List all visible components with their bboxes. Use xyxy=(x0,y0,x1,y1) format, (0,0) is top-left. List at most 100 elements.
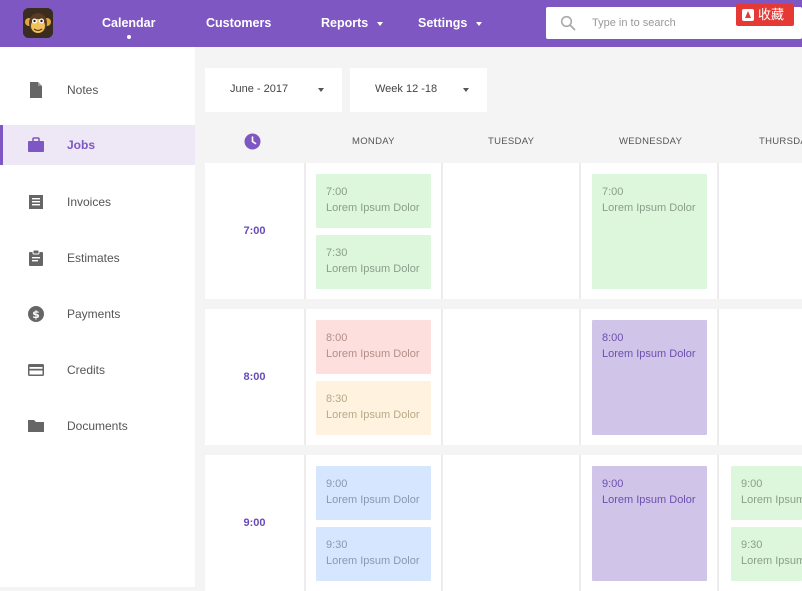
column-divider xyxy=(579,163,581,299)
sidebar-item-payments[interactable]: $ Payments xyxy=(0,294,195,334)
event-card[interactable]: 9:30 Lorem Ipsum xyxy=(731,527,802,581)
event-time: 9:00 xyxy=(602,478,624,490)
nav-settings-label: Settings xyxy=(418,16,468,30)
briefcase-icon xyxy=(28,137,44,152)
event-card[interactable]: 8:30 Lorem Ipsum Dolor xyxy=(316,381,431,435)
column-divider xyxy=(717,309,719,445)
event-card[interactable]: 9:00 Lorem Ipsum Dolor xyxy=(316,466,431,520)
nav-calendar-label: Calendar xyxy=(102,16,156,30)
time-label: 9:00 xyxy=(243,517,266,529)
event-card[interactable]: 9:30 Lorem Ipsum Dolor xyxy=(316,527,431,581)
event-title: Lorem Ipsum Dolor xyxy=(602,202,696,214)
month-value: June - 2017 xyxy=(230,83,289,95)
day-header-tuesday: TUESDAY xyxy=(488,136,535,147)
event-title: Lorem Ipsum Dolor xyxy=(326,494,420,506)
top-nav-bar: Calendar Customers Reports Settings 收藏 xyxy=(0,0,802,47)
sidebar: Notes Jobs Invoices Estimates $ Payments… xyxy=(0,47,195,587)
event-card[interactable]: 8:00 Lorem Ipsum Dolor xyxy=(316,320,431,374)
clock-icon xyxy=(244,133,261,150)
sidebar-item-label: Credits xyxy=(67,363,106,377)
svg-text:$: $ xyxy=(32,308,40,321)
nav-reports[interactable]: Reports xyxy=(321,0,384,47)
event-time: 8:30 xyxy=(326,393,348,405)
chevron-down-icon xyxy=(318,88,324,92)
event-card[interactable]: 7:00 Lorem Ipsum Dolor xyxy=(592,174,707,289)
time-label: 8:00 xyxy=(243,371,266,383)
sidebar-item-notes[interactable]: Notes xyxy=(0,70,195,110)
nav-customers[interactable]: Customers xyxy=(206,0,271,47)
event-card[interactable]: 7:00 Lorem Ipsum Dolor xyxy=(316,174,431,228)
search-input[interactable] xyxy=(592,15,722,31)
column-divider xyxy=(441,309,443,445)
column-divider xyxy=(441,163,443,299)
sidebar-item-invoices[interactable]: Invoices xyxy=(0,182,195,222)
chevron-down-icon xyxy=(377,21,384,26)
time-row-9: 9:00 xyxy=(205,455,802,591)
event-title: Lorem Ipsum Dolor xyxy=(326,348,420,360)
bookmark-badge[interactable]: 收藏 xyxy=(736,4,794,26)
sidebar-item-label: Invoices xyxy=(67,195,112,209)
event-time: 9:00 xyxy=(741,478,763,490)
event-title: Lorem Ipsum Dolor xyxy=(326,555,420,567)
sidebar-item-credits[interactable]: Credits xyxy=(0,350,195,390)
sidebar-item-jobs[interactable]: Jobs xyxy=(0,125,195,165)
week-dropdown[interactable]: Week 12 -18 xyxy=(350,68,487,112)
event-title: Lorem Ipsum Dolor xyxy=(326,202,420,214)
column-divider xyxy=(304,455,306,591)
column-divider xyxy=(717,455,719,591)
search-icon xyxy=(560,15,576,31)
column-divider xyxy=(304,309,306,445)
event-time: 8:00 xyxy=(326,332,348,344)
sidebar-item-estimates[interactable]: Estimates xyxy=(0,238,195,278)
dollar-circle-icon: $ xyxy=(28,306,44,322)
time-row-7: 7:00 xyxy=(205,163,802,299)
event-card[interactable]: 9:00 Lorem Ipsum Dolor xyxy=(592,466,707,581)
event-time: 9:00 xyxy=(326,478,348,490)
nav-customers-label: Customers xyxy=(206,16,272,30)
day-header-thursday: THURSDAY xyxy=(759,136,802,147)
badge-label: 收藏 xyxy=(758,7,785,22)
folder-icon xyxy=(28,420,44,432)
month-dropdown[interactable]: June - 2017 xyxy=(205,68,342,112)
nav-settings[interactable]: Settings xyxy=(418,0,483,47)
column-divider xyxy=(717,163,719,299)
day-header-wednesday: WEDNESDAY xyxy=(619,136,683,147)
column-divider xyxy=(579,455,581,591)
clipboard-icon xyxy=(29,249,43,266)
sidebar-item-label: Estimates xyxy=(67,251,120,265)
column-divider xyxy=(304,163,306,299)
sidebar-item-label: Payments xyxy=(67,307,121,321)
sidebar-item-label: Notes xyxy=(67,83,99,97)
sidebar-item-documents[interactable]: Documents xyxy=(0,406,195,446)
event-time: 9:30 xyxy=(741,539,763,551)
file-icon xyxy=(30,82,42,98)
credit-card-icon xyxy=(28,364,44,376)
event-time: 7:00 xyxy=(326,186,348,198)
event-title: Lorem Ipsum Dolor xyxy=(326,409,420,421)
day-header-monday: MONDAY xyxy=(352,136,395,147)
active-indicator-dot xyxy=(126,35,131,39)
event-title: Lorem Ipsum xyxy=(741,494,802,506)
chevron-down-icon xyxy=(463,88,469,92)
time-label: 7:00 xyxy=(243,225,266,237)
nav-calendar[interactable]: Calendar xyxy=(102,0,156,47)
week-value: Week 12 -18 xyxy=(375,83,438,95)
nav-reports-label: Reports xyxy=(321,16,369,30)
event-title: Lorem Ipsum xyxy=(741,555,802,567)
event-time: 9:30 xyxy=(326,539,348,551)
monkey-logo-icon[interactable] xyxy=(23,8,53,38)
bookmark-icon xyxy=(742,9,754,21)
event-card[interactable]: 7:30 Lorem Ipsum Dolor xyxy=(316,235,431,289)
sidebar-item-label: Documents xyxy=(67,419,128,433)
sidebar-item-label: Jobs xyxy=(67,138,96,152)
event-title: Lorem Ipsum Dolor xyxy=(602,348,696,360)
event-card[interactable]: 9:00 Lorem Ipsum xyxy=(731,466,802,520)
event-time: 7:30 xyxy=(326,247,348,259)
column-divider xyxy=(441,455,443,591)
event-card[interactable]: 8:00 Lorem Ipsum Dolor xyxy=(592,320,707,435)
event-title: Lorem Ipsum Dolor xyxy=(326,263,420,275)
receipt-icon xyxy=(29,195,43,209)
event-title: Lorem Ipsum Dolor xyxy=(602,494,696,506)
time-row-8: 8:00 xyxy=(205,309,802,445)
column-divider xyxy=(579,309,581,445)
